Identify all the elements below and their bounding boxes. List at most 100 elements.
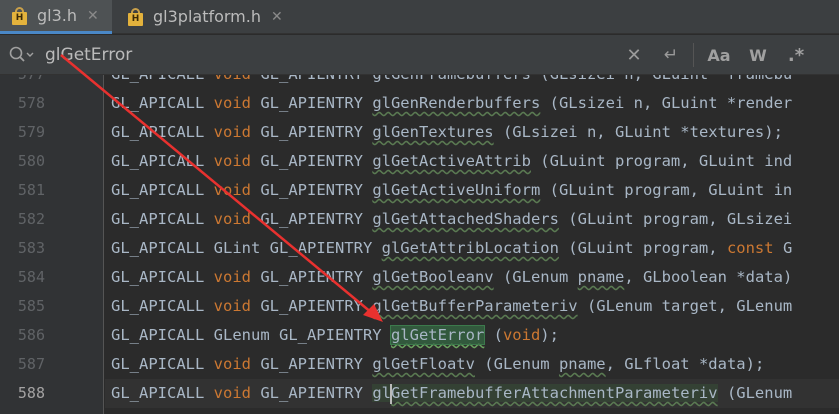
code-token: GLint	[213, 239, 270, 257]
search-input[interactable]	[45, 43, 605, 67]
code-token: void	[213, 210, 261, 228]
tab-gl3-h[interactable]: H gl3.h ✕	[0, 0, 112, 34]
code-line[interactable]: GL_APICALL void GL_APIENTRY glGetBufferP…	[111, 292, 792, 321]
code-token: void	[213, 297, 261, 315]
code-token: void	[213, 123, 261, 141]
code-token: glGetAttachedShaders	[372, 210, 559, 228]
code-token: glGetActiveUniform	[372, 181, 541, 199]
search-icon[interactable]	[9, 46, 35, 64]
code-token: GL_APIENTRY	[260, 152, 373, 170]
clear-search-icon[interactable]: ✕	[626, 44, 642, 66]
line-number: 579	[17, 123, 45, 141]
code-line[interactable]: GL_APICALL void GL_APIENTRY glGenTexture…	[111, 118, 783, 147]
tab-gl3platform-h[interactable]: H gl3platform.h ✕	[116, 0, 312, 33]
code-token: GL_APICALL	[111, 152, 214, 170]
whole-words-button[interactable]: W	[746, 44, 770, 66]
header-file-icon: H	[12, 6, 29, 25]
code-token: (GLenum	[717, 384, 793, 402]
code-token: GL_APICALL	[111, 268, 214, 286]
code-line[interactable]: GL_APICALL GLenum GL_APIENTRY glGetError…	[111, 321, 559, 350]
code-token: pname	[558, 355, 606, 373]
line-number: 582	[17, 210, 45, 228]
code-line[interactable]: GL_APICALL void GL_APIENTRY glGetFloatv …	[111, 350, 764, 379]
code-line[interactable]: GL_APICALL void GL_APIENTRY glGetBoolean…	[111, 263, 792, 292]
tab-label: gl3platform.h	[153, 7, 261, 26]
code-token: GL_APIENTRY	[260, 181, 373, 199]
line-number: 584	[17, 268, 45, 286]
code-token: GL_APICALL	[111, 326, 214, 344]
code-token: (GLuint program, GLuint ind	[530, 152, 793, 170]
line-number: 583	[17, 239, 45, 257]
new-line-icon[interactable]: ↵	[659, 44, 683, 66]
line-number: 577	[0, 75, 45, 89]
line-number: 578	[17, 94, 45, 112]
code-token: (GLsizei n, GLuint *render	[540, 94, 793, 112]
code-token: , GLboolean *data)	[624, 268, 793, 286]
code-token: (GLsizei n, GLuint *textures);	[493, 123, 783, 141]
code-token: GL_APIENTRY	[260, 268, 373, 286]
code-token: (GLenum target, GLenum	[577, 297, 793, 315]
code-token: void	[213, 94, 261, 112]
find-bar: ✕ ↵ Aa W .*	[0, 35, 839, 75]
code-line[interactable]: GL_APICALL void GL_APIENTRY glGenFramebu…	[111, 75, 792, 89]
code-token: (GLenum	[474, 355, 559, 373]
code-token: glGetAttribLocation	[381, 239, 559, 257]
code-token: GL_APIENTRY	[260, 384, 373, 402]
code-token: glGetFloatv	[372, 355, 475, 373]
code-area[interactable]: GL_APICALL void GL_APIENTRY glGenFramebu…	[105, 75, 839, 414]
text-caret	[390, 384, 392, 404]
code-token: GL_APIENTRY	[260, 355, 373, 373]
editor-tab-bar: H gl3.h ✕ H gl3platform.h ✕	[0, 0, 839, 34]
code-token: const	[726, 239, 783, 257]
code-line[interactable]: GL_APICALL void GL_APIENTRY glGenRenderb…	[111, 89, 792, 118]
regex-button[interactable]: .*	[784, 44, 808, 66]
code-token: , GLfloat *data);	[605, 355, 765, 373]
code-token: (	[484, 326, 503, 344]
code-token: (GLuint program, GLsizei	[558, 210, 793, 228]
code-line[interactable]: GL_APICALL void GL_APIENTRY glGetActiveU…	[111, 176, 792, 205]
code-token: GL_APICALL	[111, 297, 214, 315]
code-token: glGetBooleanv	[372, 268, 494, 286]
code-token: GL_APICALL	[111, 239, 214, 257]
code-token: void	[213, 152, 261, 170]
code-token: GLenum	[213, 326, 279, 344]
code-token: void	[502, 326, 541, 344]
code-line[interactable]: GL_APICALL void GL_APIENTRY glGetActiveA…	[111, 147, 792, 176]
code-token: GL_APICALL	[111, 384, 214, 402]
code-line[interactable]: GL_APICALL GLint GL_APIENTRY glGetAttrib…	[111, 234, 792, 263]
code-token: glGetBufferParameteriv	[372, 297, 578, 315]
code-token: GL_APICALL	[111, 355, 214, 373]
match-case-button[interactable]: Aa	[706, 44, 732, 66]
code-line[interactable]: GL_APICALL void GL_APIENTRY glGetFramebu…	[111, 379, 792, 408]
header-file-icon: H	[128, 7, 145, 26]
code-token: glGenTextures	[372, 123, 494, 141]
code-token: glGenRenderbuffers	[372, 94, 541, 112]
code-token: glGetActiveAttrib	[372, 152, 531, 170]
tab-label: gl3.h	[37, 6, 78, 25]
code-token: void	[213, 384, 261, 402]
code-token: GetFramebufferAttachmentParameteriv	[390, 384, 718, 402]
code-token: GL_APIENTRY	[260, 75, 372, 83]
search-match: glGetError	[389, 325, 486, 345]
line-number: 588	[17, 384, 45, 402]
code-token: glGenFramebuffers	[372, 75, 531, 83]
code-token: GL_APIENTRY	[278, 326, 391, 344]
close-tab-icon[interactable]: ✕	[87, 8, 99, 24]
code-token: GL_APIENTRY	[260, 123, 373, 141]
code-token: pname	[577, 268, 625, 286]
code-editor[interactable]: 577 578 579 580 581 582 583 584 585 586 587 588 GL_…	[0, 75, 839, 414]
divider	[693, 43, 694, 67]
line-number: 585	[17, 297, 45, 315]
line-number-gutter: 577 578 579 580 581 582 583 584 585 586 587 588	[0, 75, 104, 414]
code-token: GL_APIENTRY	[260, 94, 373, 112]
code-token: (GLuint program,	[558, 239, 727, 257]
code-token: void	[213, 355, 261, 373]
line-number: 586	[17, 326, 45, 344]
code-token: (GLsizei n, GLuint *framebu	[531, 75, 792, 83]
line-number: 580	[17, 152, 45, 170]
code-token: );	[540, 326, 559, 344]
code-token: void	[213, 268, 261, 286]
close-tab-icon[interactable]: ✕	[271, 9, 283, 25]
code-line[interactable]: GL_APICALL void GL_APIENTRY glGetAttache…	[111, 205, 792, 234]
code-token: GL_APIENTRY	[269, 239, 382, 257]
